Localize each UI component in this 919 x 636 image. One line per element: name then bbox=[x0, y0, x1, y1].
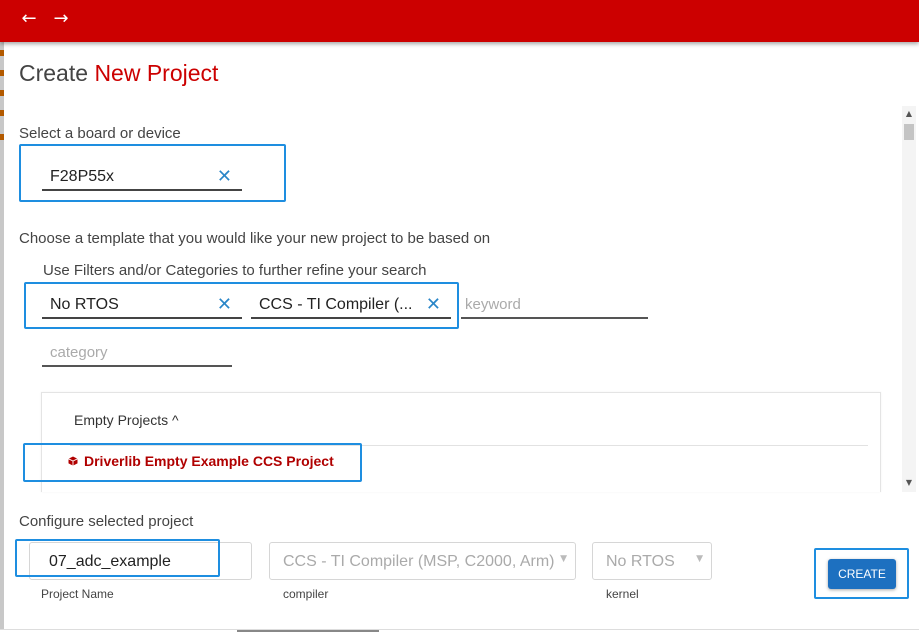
rtos-filter-value: No RTOS bbox=[50, 296, 119, 313]
compiler-dropdown-icon: ▼ bbox=[560, 554, 567, 564]
configure-section-label: Configure selected project bbox=[19, 513, 194, 530]
clear-compiler-filter-icon[interactable]: ✕ bbox=[426, 295, 441, 315]
page-title-accent: New Project bbox=[94, 60, 219, 86]
rtos-filter-input[interactable]: No RTOS ✕ bbox=[42, 293, 242, 319]
keyword-placeholder: keyword bbox=[465, 296, 521, 313]
compiler-filter-input[interactable]: CCS - TI Compiler (... ✕ bbox=[251, 293, 451, 319]
board-section-label: Select a board or device bbox=[19, 125, 181, 142]
forward-arrow-icon[interactable]: → bbox=[50, 8, 72, 30]
app-toolbar: ← → bbox=[0, 0, 919, 42]
category-input[interactable]: category bbox=[42, 341, 232, 367]
kernel-select[interactable]: No RTOS ▼ bbox=[592, 542, 712, 580]
template-results-panel: Empty Projects ^ bbox=[41, 392, 881, 492]
compiler-filter-value: CCS - TI Compiler (... bbox=[259, 296, 413, 313]
compiler-label: compiler bbox=[283, 587, 329, 601]
project-name-label: Project Name bbox=[41, 587, 114, 601]
compiler-select[interactable]: CCS - TI Compiler (MSP, C2000, Arm) ▼ bbox=[269, 542, 576, 580]
result-item-label: Driverlib Empty Example CCS Project bbox=[84, 453, 334, 469]
keyword-input[interactable]: keyword bbox=[461, 293, 648, 319]
scroll-down-icon[interactable]: ▼ bbox=[904, 478, 914, 488]
kernel-label: kernel bbox=[606, 587, 639, 601]
kernel-select-value: No RTOS bbox=[606, 553, 675, 570]
project-cube-icon bbox=[68, 456, 78, 466]
project-name-input[interactable]: 07_adc_example bbox=[29, 542, 252, 580]
create-button[interactable]: CREATE bbox=[828, 559, 896, 589]
scroll-up-icon[interactable]: ▲ bbox=[904, 109, 914, 119]
template-section-label: Choose a template that you would like yo… bbox=[19, 230, 491, 247]
category-placeholder: category bbox=[50, 344, 108, 361]
results-scrollbar[interactable]: ▲ ▼ bbox=[902, 106, 916, 492]
filter-hint-label: Use Filters and/or Categories to further… bbox=[43, 262, 427, 279]
result-item-driverlib-empty[interactable]: Driverlib Empty Example CCS Project bbox=[68, 453, 334, 469]
clear-rtos-filter-icon[interactable]: ✕ bbox=[217, 295, 232, 315]
project-name-value: 07_adc_example bbox=[49, 553, 171, 570]
category-divider bbox=[70, 445, 868, 446]
window-bottom-edge bbox=[0, 629, 919, 636]
scroll-thumb[interactable] bbox=[904, 124, 914, 140]
compiler-select-value: CCS - TI Compiler (MSP, C2000, Arm) bbox=[283, 553, 555, 570]
board-input-value: F28P55x bbox=[50, 168, 115, 185]
page-title-prefix: Create bbox=[19, 60, 89, 86]
board-input[interactable]: F28P55x ✕ bbox=[42, 165, 242, 191]
page-title: Create New Project bbox=[19, 60, 218, 87]
background-window-edge bbox=[0, 42, 4, 636]
kernel-dropdown-icon: ▼ bbox=[696, 554, 703, 564]
clear-board-icon[interactable]: ✕ bbox=[217, 167, 232, 187]
back-arrow-icon[interactable]: ← bbox=[18, 8, 40, 30]
empty-projects-category[interactable]: Empty Projects ^ bbox=[74, 412, 179, 428]
